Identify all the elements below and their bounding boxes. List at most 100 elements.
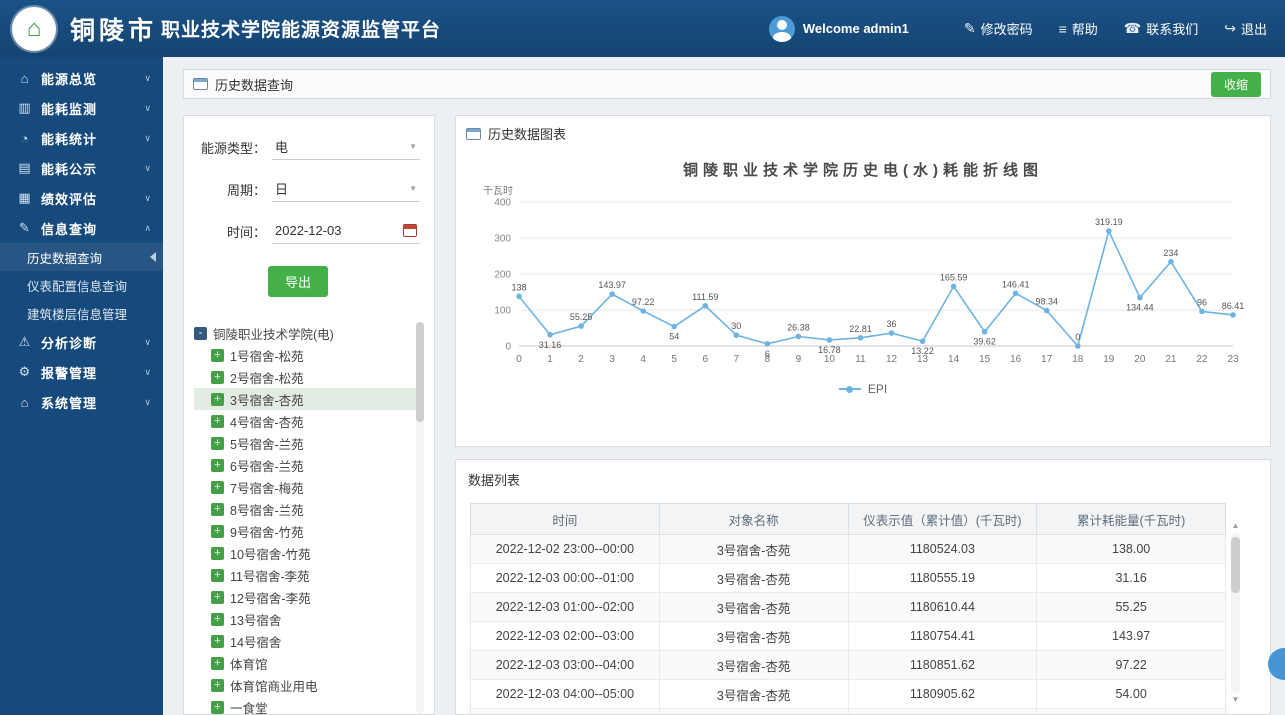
sidebar-subitem[interactable]: 建筑楼层信息管理 [0, 299, 163, 327]
expand-node-icon[interactable]: + [211, 480, 224, 494]
expand-node-icon[interactable]: + [211, 634, 224, 648]
expand-node-icon[interactable]: + [211, 502, 224, 516]
table-scrollbar[interactable]: ▲ ▼ [1229, 520, 1242, 706]
tree-item-label: 一食堂 [230, 701, 268, 715]
table-scrollbar-thumb[interactable] [1231, 537, 1240, 593]
tree-scrollbar-thumb[interactable] [416, 322, 424, 422]
tree-item[interactable]: +14号宿舍 [194, 630, 424, 652]
expand-node-icon[interactable]: + [211, 370, 224, 384]
sidebar-item[interactable]: ⌂ 能源总览 ∨ [0, 63, 163, 93]
svg-text:0: 0 [1075, 332, 1080, 342]
tree-item[interactable]: +1号宿舍-松苑 [194, 344, 424, 366]
user-avatar[interactable] [768, 15, 795, 42]
svg-text:55.25: 55.25 [570, 312, 593, 322]
sidebar-subitem[interactable]: 仪表配置信息查询 [0, 271, 163, 299]
expand-node-icon[interactable]: + [211, 700, 224, 714]
scroll-down-icon[interactable]: ▼ [1232, 694, 1240, 706]
sidebar-item[interactable]: ▤ 能耗公示 ∨ [0, 153, 163, 183]
energy-type-select[interactable]: 电 ▼ [272, 134, 420, 160]
sidebar-item[interactable]: ▦ 绩效评估 ∨ [0, 183, 163, 213]
energy-type-row: 能源类型： 电 ▼ [198, 134, 420, 160]
sidebar-item[interactable]: ✎ 信息查询 ∧ [0, 213, 163, 243]
tree-item[interactable]: +4号宿舍-杏苑 [194, 410, 424, 432]
expand-node-icon[interactable]: + [211, 568, 224, 582]
sidebar-item[interactable]: ◔ 能耗统计 ∨ [0, 123, 163, 153]
info-query-icon: ✎ [19, 220, 30, 235]
chart-legend[interactable]: EPI [460, 382, 1266, 396]
table-cell: 1180851.62 [847, 650, 1038, 680]
chevron-down-icon: ▼ [409, 184, 417, 193]
calendar-icon[interactable] [403, 224, 417, 237]
sidebar-item[interactable]: ⌂ 系统管理 ∨ [0, 387, 163, 417]
chevron-down-icon: ∨ [144, 366, 151, 377]
period-row: 周期： 日 ▼ [198, 176, 420, 202]
collapse-node-icon[interactable]: - [194, 326, 207, 340]
period-select[interactable]: 日 ▼ [272, 176, 420, 202]
panel-body: 能源类型： 电 ▼ 周期： 日 ▼ 时间： 2022-12-03 导出 - 铜陵… [183, 115, 1271, 715]
tree-item[interactable]: +6号宿舍-兰苑 [194, 454, 424, 476]
tree-item[interactable]: +10号宿舍-竹苑 [194, 542, 424, 564]
tree-root[interactable]: - 铜陵职业技术学院(电) [194, 322, 424, 344]
date-input[interactable]: 2022-12-03 [272, 218, 420, 244]
expand-node-icon[interactable]: + [211, 414, 224, 428]
expand-node-icon[interactable]: + [211, 612, 224, 626]
export-button[interactable]: 导出 [268, 266, 329, 297]
expand-node-icon[interactable]: + [211, 656, 224, 670]
tree-item[interactable]: + 体育馆商业用电 [194, 674, 424, 696]
top-link-change-password[interactable]: ✎ 修改密码 [964, 19, 1033, 38]
sidebar-item[interactable]: ⚙ 报警管理 ∨ [0, 357, 163, 387]
chevron-up-icon: ∧ [144, 222, 151, 233]
tree-item[interactable]: +11号宿舍-李苑 [194, 564, 424, 586]
expand-node-icon[interactable]: + [211, 546, 224, 560]
building-tree: - 铜陵职业技术学院(电) +1号宿舍-松苑 +2号宿舍-松苑 +3号宿舍-杏苑 +4… [194, 322, 424, 714]
expand-node-icon[interactable]: + [211, 436, 224, 450]
svg-text:165.59: 165.59 [940, 272, 968, 282]
chart-title: 铜陵职业技术学院历史电(水)耗能折线图 [683, 162, 1043, 179]
expand-node-icon[interactable]: + [211, 348, 224, 362]
tree-scrollbar[interactable] [416, 322, 424, 714]
tree-item[interactable]: +2号宿舍-松苑 [194, 366, 424, 388]
tree-item[interactable]: + 体育馆 [194, 652, 424, 674]
sidebar-menu: ⌂ 能源总览 ∨ ▥ 能耗监测 ∨ ◔ 能耗统计 ∨ ▤ 能耗公示 ∨ ▦ 绩效评估 ∨ ✎ 信息查询 ∧ 历史数据… [0, 63, 163, 417]
panel-icon [193, 78, 208, 90]
tree-item[interactable]: +8号宿舍-兰苑 [194, 498, 424, 520]
table-cell: 97.22 [1036, 650, 1226, 680]
table-cell: 3号宿舍-杏苑 [658, 563, 849, 593]
chevron-down-icon: ∨ [144, 336, 151, 347]
export-row: 导出 [268, 266, 424, 297]
tree-item-label: 3号宿舍-杏苑 [230, 393, 304, 408]
svg-text:111.59: 111.59 [692, 292, 718, 302]
sidebar-item[interactable]: ⚠ 分析诊断 ∨ [0, 327, 163, 357]
sidebar-item[interactable]: ▥ 能耗监测 ∨ [0, 93, 163, 123]
table-row: 2022-12-03 05:00--06:003号宿舍-杏苑1181017.22… [470, 708, 1226, 714]
top-link-logout[interactable]: ↪ 退出 [1224, 19, 1267, 38]
top-link-contact-us[interactable]: ☎ 联系我们 [1124, 19, 1198, 38]
expand-node-icon[interactable]: + [211, 678, 224, 692]
expand-node-icon[interactable]: + [211, 590, 224, 604]
app-title-city: 铜陵市 [70, 16, 158, 45]
tree-item[interactable]: + 一食堂 [194, 696, 424, 714]
sidebar-item-label: 系统管理 [41, 395, 98, 411]
expand-node-icon[interactable]: + [211, 458, 224, 472]
tree-item[interactable]: +5号宿舍-兰苑 [194, 432, 424, 454]
tree-item[interactable]: +13号宿舍 [194, 608, 424, 630]
tree-item[interactable]: +9号宿舍-竹苑 [194, 520, 424, 542]
top-link-help[interactable]: ≡ 帮助 [1059, 19, 1098, 38]
collapse-button[interactable]: 收缩 [1210, 71, 1261, 97]
tree-item[interactable]: +3号宿舍-杏苑 [194, 388, 424, 410]
tree-item[interactable]: +12号宿舍-李苑 [194, 586, 424, 608]
tree-items: +1号宿舍-松苑 +2号宿舍-松苑 +3号宿舍-杏苑 +4号宿舍-杏苑 +5号宿舍-兰苑… [194, 344, 424, 714]
scroll-up-icon[interactable]: ▲ [1232, 520, 1240, 532]
data-table: 时间 对象名称 仪表示值（累计值）(千瓦时) 累计耗能量(千瓦时) 2022-12-0… [470, 503, 1226, 714]
svg-text:146.41: 146.41 [1002, 279, 1030, 289]
expand-node-icon[interactable]: + [211, 524, 224, 538]
table-scrollbar-track[interactable] [1231, 533, 1240, 693]
expand-node-icon[interactable]: + [211, 392, 224, 406]
svg-text:千瓦时: 千瓦时 [483, 186, 513, 197]
app-title: 职业技术学院能源资源监管平台 [161, 20, 442, 41]
chevron-down-icon: ∨ [144, 396, 151, 407]
tree-item[interactable]: +7号宿舍-梅苑 [194, 476, 424, 498]
period-label: 周期： [226, 182, 266, 198]
sidebar-subitem[interactable]: 历史数据查询 [0, 243, 163, 271]
tree-item-label: 2号宿舍-松苑 [230, 371, 304, 386]
